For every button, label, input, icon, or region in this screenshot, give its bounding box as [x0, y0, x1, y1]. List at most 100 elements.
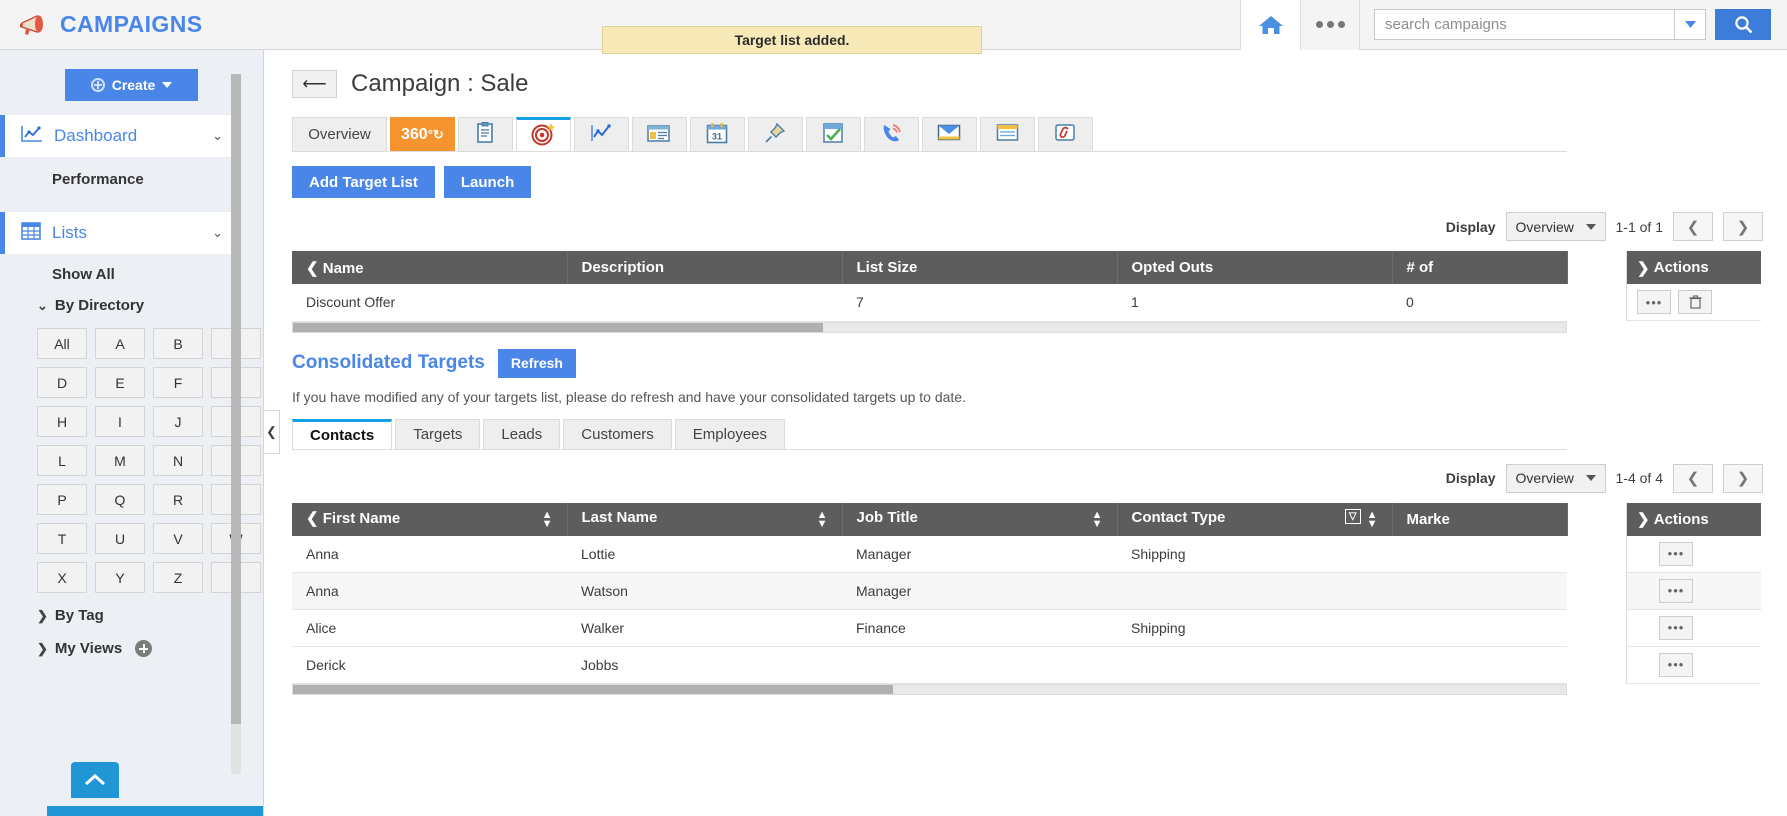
tab-envelope[interactable] [922, 117, 977, 151]
table-row[interactable]: Alice Walker Finance Shipping [292, 610, 1567, 647]
tab-checklist[interactable] [806, 117, 861, 151]
row-delete-button[interactable] [1678, 290, 1712, 314]
alpha-filter[interactable]: Z [153, 562, 203, 593]
next-page-button[interactable]: ❯ [1723, 212, 1763, 241]
alpha-filter[interactable]: I [95, 406, 145, 437]
sidebar-group-by-directory[interactable]: ⌄ By Directory [0, 291, 263, 320]
subtab-employees[interactable]: Employees [675, 419, 785, 449]
next-page-button[interactable]: ❯ [1723, 464, 1763, 493]
row-more-actions-button[interactable]: ••• [1637, 290, 1671, 314]
subtab-contacts[interactable]: Contacts [292, 419, 392, 449]
column-contact-type[interactable]: Contact Type ▲▼ ▽ [1117, 503, 1392, 536]
sidebar-item-dashboard[interactable]: Dashboard ⌄ [0, 115, 237, 157]
tab-360[interactable]: 360 °↻ [390, 117, 455, 151]
alpha-filter[interactable]: V [153, 523, 203, 554]
prev-page-button[interactable]: ❮ [1673, 212, 1713, 241]
ellipsis-icon[interactable] [1300, 0, 1360, 50]
target-list-hscrollbar[interactable] [292, 322, 1567, 333]
column-last-name[interactable]: Last Name ▲▼ [567, 503, 842, 536]
subtab-label: Targets [413, 426, 462, 443]
tab-target[interactable] [516, 117, 571, 151]
chevron-down-icon[interactable] [1674, 9, 1706, 40]
search-input[interactable] [1374, 9, 1674, 40]
tab-calendar[interactable]: 31 [690, 117, 745, 151]
launch-button[interactable]: Launch [444, 166, 531, 198]
column-first-name[interactable]: ❮ First Name ▲▼ [292, 503, 567, 536]
sort-icon[interactable]: ▲▼ [1367, 511, 1378, 529]
chevron-down-icon [162, 82, 172, 88]
alpha-filter[interactable]: U [95, 523, 145, 554]
sidebar-collapse-handle[interactable]: ❮ [264, 410, 280, 454]
sidebar-item-performance[interactable]: Performance [0, 157, 263, 198]
sidebar-item-show-all[interactable]: Show All [0, 254, 263, 291]
table-row[interactable]: Anna Watson Manager [292, 573, 1567, 610]
tab-pushpin[interactable] [748, 117, 803, 151]
add-target-list-button[interactable]: Add Target List [292, 166, 435, 198]
row-more-actions-button[interactable]: ••• [1659, 579, 1693, 603]
alpha-filter[interactable]: E [95, 367, 145, 398]
column-job-title[interactable]: Job Title ▲▼ [842, 503, 1117, 536]
consolidated-hscrollbar[interactable] [292, 684, 1567, 695]
subtab-leads[interactable]: Leads [483, 419, 560, 449]
sidebar-group-by-tag[interactable]: ❯ By Tag [0, 593, 263, 630]
sort-icon[interactable]: ▲▼ [1092, 511, 1103, 529]
alpha-filter[interactable]: B [153, 328, 203, 359]
create-button[interactable]: Create [65, 69, 198, 101]
alpha-filter[interactable]: A [95, 328, 145, 359]
column-description[interactable]: Description [567, 251, 842, 284]
scroll-to-top-button[interactable] [71, 762, 119, 798]
display-select[interactable]: Overview [1506, 212, 1606, 241]
tab-clipboard[interactable] [458, 117, 513, 151]
row-more-actions-button[interactable]: ••• [1659, 616, 1693, 640]
consolidated-hscrollbar-thumb [293, 685, 893, 694]
tab-news-document[interactable] [632, 117, 687, 151]
sidebar-item-lists[interactable]: Lists ⌄ [0, 212, 237, 254]
add-view-icon[interactable] [135, 640, 152, 657]
subtab-targets[interactable]: Targets [395, 419, 480, 449]
back-arrow-icon[interactable]: ⟵ [292, 70, 337, 98]
alpha-filter[interactable]: J [153, 406, 203, 437]
alpha-filter[interactable]: M [95, 445, 145, 476]
alpha-filter-all[interactable]: All [37, 328, 87, 359]
tab-note[interactable] [980, 117, 1035, 151]
tab-attachment[interactable] [1038, 117, 1093, 151]
subtab-customers[interactable]: Customers [563, 419, 672, 449]
alpha-filter[interactable]: L [37, 445, 87, 476]
tab-phone[interactable] [864, 117, 919, 151]
column-opted-outs[interactable]: Opted Outs [1117, 251, 1392, 284]
column-name[interactable]: ❮ Name [292, 251, 567, 284]
table-row[interactable]: Discount Offer 7 1 0 [292, 284, 1567, 321]
row-more-actions-button[interactable]: ••• [1659, 542, 1693, 566]
alpha-filter[interactable]: H [37, 406, 87, 437]
sidebar: Create Dashboard ⌄ Performance [0, 50, 264, 816]
tab-line-chart[interactable] [574, 117, 629, 151]
prev-page-button[interactable]: ❮ [1673, 464, 1713, 493]
row-more-actions-button[interactable]: ••• [1659, 653, 1693, 677]
column-num-of[interactable]: # of [1392, 251, 1567, 284]
sort-icon[interactable]: ▲▼ [817, 511, 828, 529]
alpha-filter[interactable]: F [153, 367, 203, 398]
column-list-size[interactable]: List Size [842, 251, 1117, 284]
search-icon[interactable] [1715, 9, 1771, 40]
sidebar-scrollbar-thumb[interactable] [231, 74, 241, 724]
alpha-filter[interactable]: N [153, 445, 203, 476]
alpha-filter[interactable]: D [37, 367, 87, 398]
alpha-filter[interactable]: R [153, 484, 203, 515]
display-select[interactable]: Overview [1506, 464, 1606, 493]
alpha-filter[interactable]: P [37, 484, 87, 515]
tab-overview[interactable]: Overview [292, 117, 387, 151]
sidebar-group-my-views[interactable]: ❯ My Views [0, 630, 263, 663]
column-marketing[interactable]: Marke [1392, 503, 1567, 536]
sidebar-scrollbar[interactable] [231, 74, 241, 774]
table-row[interactable]: Anna Lottie Manager Shipping [292, 536, 1567, 573]
table-row[interactable]: Derick Jobbs [292, 647, 1567, 684]
alpha-filter[interactable]: X [37, 562, 87, 593]
alpha-filter[interactable]: T [37, 523, 87, 554]
cell-opted-outs: 1 [1117, 284, 1392, 321]
refresh-button[interactable]: Refresh [498, 349, 576, 378]
filter-icon[interactable]: ▽ [1345, 509, 1361, 524]
alpha-filter[interactable]: Q [95, 484, 145, 515]
sort-icon[interactable]: ▲▼ [542, 511, 553, 529]
home-icon[interactable] [1240, 0, 1300, 50]
alpha-filter[interactable]: Y [95, 562, 145, 593]
